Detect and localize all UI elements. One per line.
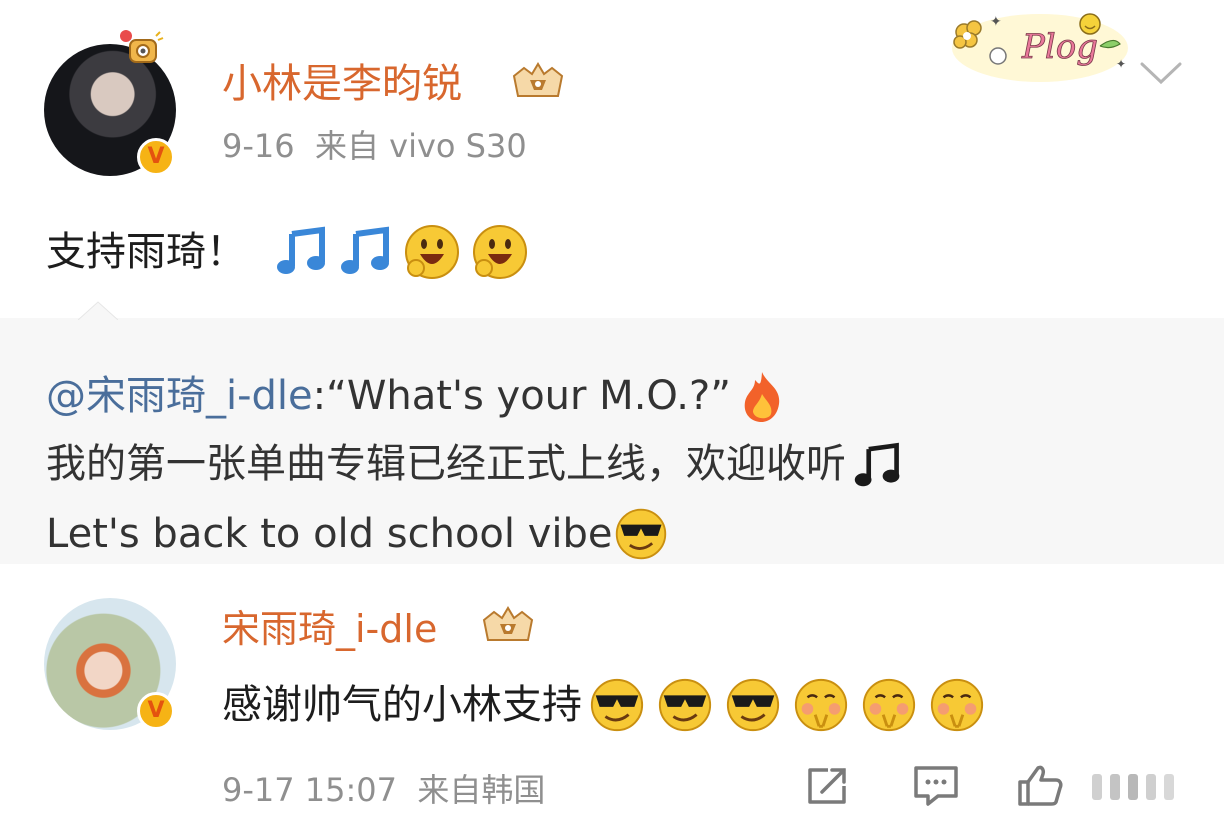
sunglasses-face-icon	[658, 678, 712, 732]
share-icon[interactable]	[804, 764, 852, 808]
fire-icon	[744, 372, 780, 422]
music-note-icon	[341, 226, 389, 274]
sunglasses-face-icon	[726, 678, 780, 732]
verified-badge-icon: V	[137, 138, 175, 176]
pleading-face-icon	[794, 678, 848, 732]
quote-line-2: 我的第一张单曲专辑已经正式上线，欢迎收听	[46, 438, 904, 490]
post-date: 9-16	[222, 127, 295, 165]
like-icon[interactable]	[1016, 764, 1064, 808]
reply-source: 来自韩国	[417, 771, 546, 809]
post-content: 支持雨琦！	[46, 222, 530, 282]
chevron-down-icon[interactable]	[1138, 58, 1184, 88]
reply-author-name[interactable]: 宋雨琦_i-dle	[222, 610, 437, 648]
sunglasses-face-icon	[590, 678, 644, 732]
quote-title: :“What's your M.O.?”	[312, 373, 731, 419]
reply-text: 感谢帅气的小林支持	[222, 682, 582, 728]
post-text: 支持雨琦！	[46, 229, 246, 275]
grinning-face-icon	[473, 225, 527, 279]
avatar-decoration-icon	[120, 30, 164, 63]
music-note-icon	[277, 226, 325, 274]
music-note-icon	[854, 442, 900, 487]
reply-date: 9-17 15:07	[222, 771, 398, 809]
svg-text:✦: ✦	[990, 14, 1002, 30]
crown-badge-icon	[512, 62, 564, 97]
quote-text-cn: 我的第一张单曲专辑已经正式上线，欢迎收听	[46, 441, 846, 487]
pleading-face-icon	[930, 678, 984, 732]
sunglasses-face-icon	[615, 508, 666, 560]
post-meta: 9-16 来自 vivo S30	[222, 130, 527, 162]
quote-notch	[78, 301, 118, 320]
mention-link[interactable]: @宋雨琦_i-dle	[46, 376, 313, 416]
post-author-name[interactable]: 小林是李昀锐	[222, 64, 462, 104]
pleading-face-icon	[862, 678, 916, 732]
comment-icon[interactable]	[912, 764, 960, 808]
more-options-icon[interactable]	[1088, 770, 1178, 804]
post-emoji-row	[274, 222, 530, 282]
reply-meta: 9-17 15:07 来自韩国	[222, 774, 545, 806]
post-source: 来自 vivo S30	[314, 127, 527, 165]
quote-line-1: @宋雨琦_i-dle:“What's your M.O.?”	[46, 368, 787, 424]
crown-badge-icon	[482, 606, 534, 641]
reply-content: 感谢帅气的小林支持	[222, 676, 986, 734]
quote-line-3: Let's back to old school vibe	[46, 506, 669, 562]
plog-sticker-icon: Plog ✦ ✦	[952, 13, 1128, 82]
reply-emoji-row	[588, 676, 986, 734]
weibo-post-screen: V 小林是李昀锐 9-16 来自 vivo S30 Plog ✦ ✦ 支持雨琦！	[0, 0, 1224, 815]
verified-badge-icon: V	[137, 692, 175, 730]
quote-text-en: Let's back to old school vibe	[46, 511, 613, 557]
plog-text: Plog	[1021, 27, 1098, 67]
svg-text:✦: ✦	[1116, 57, 1126, 71]
grinning-face-icon	[405, 225, 459, 279]
